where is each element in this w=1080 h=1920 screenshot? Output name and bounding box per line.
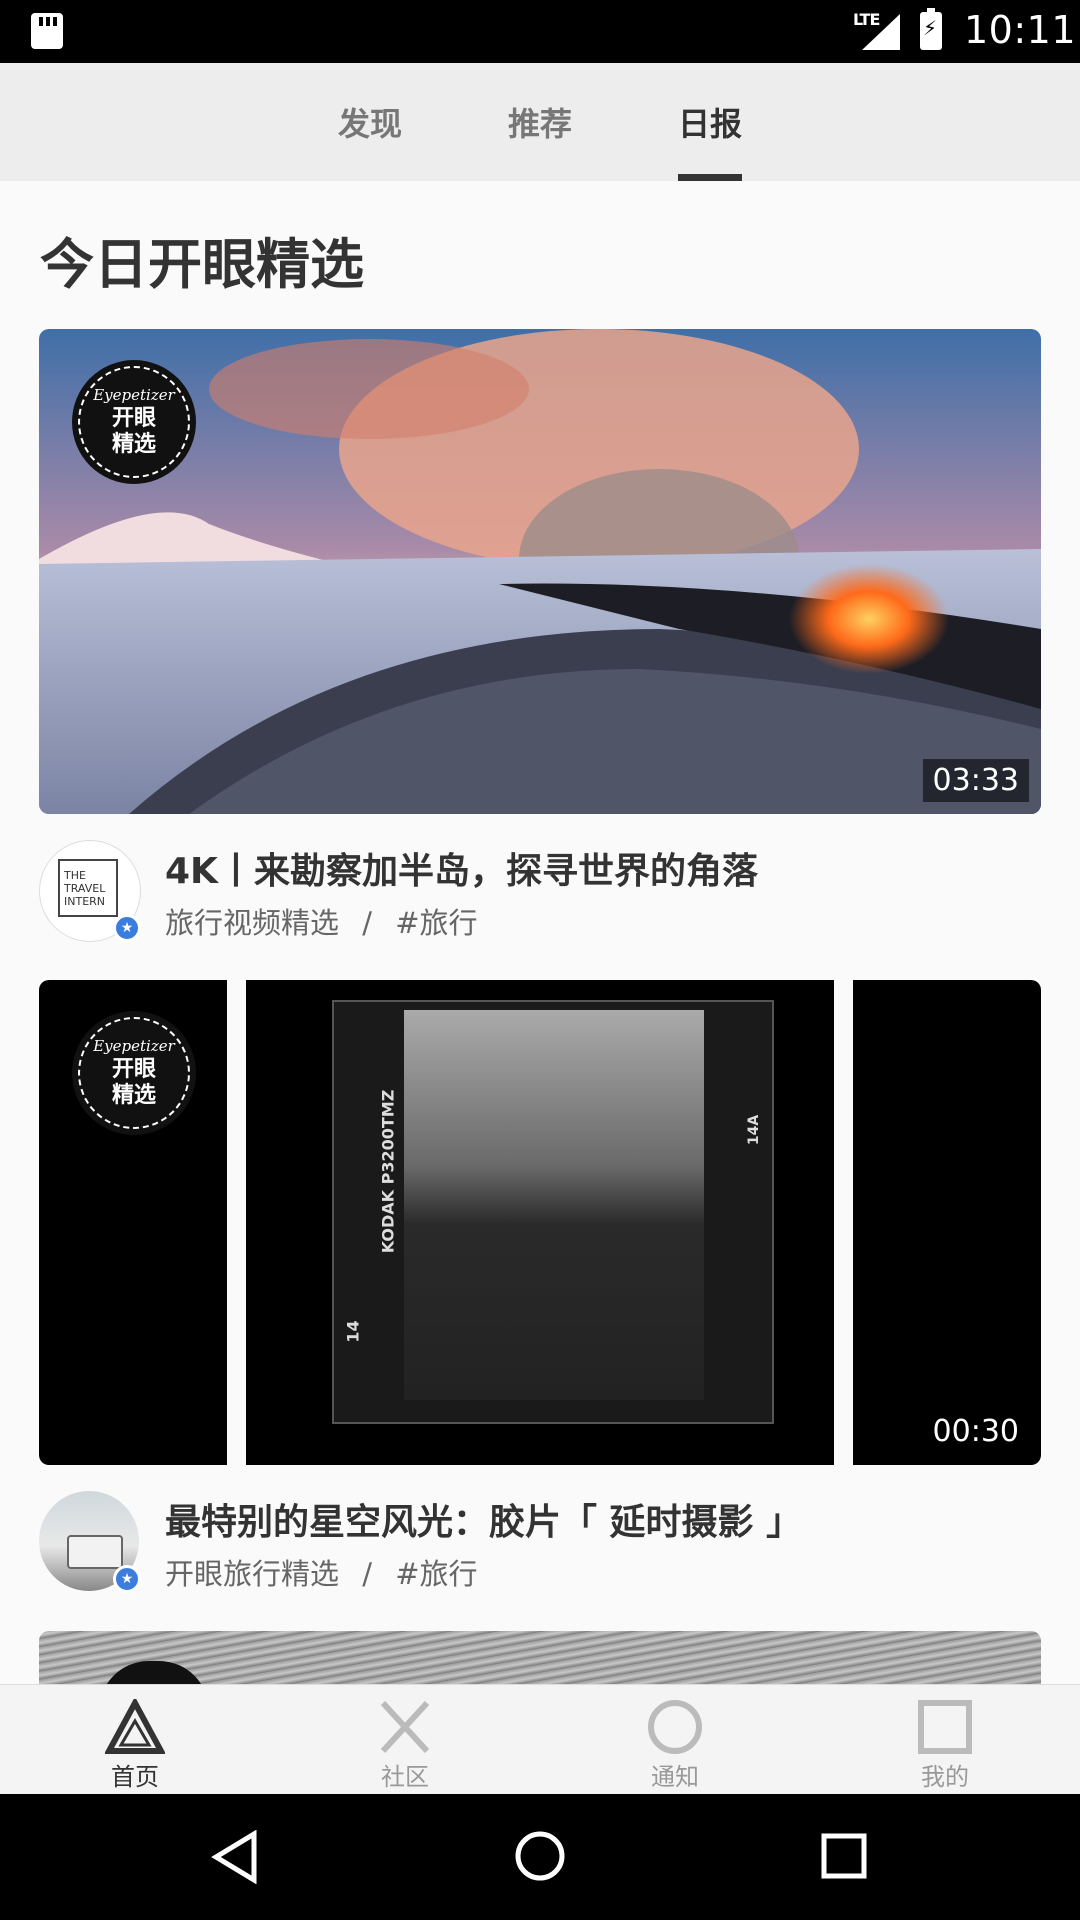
recents-icon[interactable]	[820, 1832, 868, 1880]
nav-community-label: 社区	[381, 1763, 429, 1791]
video-title[interactable]: 4K丨来勘察加半岛，探寻世界的角落	[165, 842, 758, 894]
badge-brand: Eyepetizer	[93, 386, 175, 404]
status-bar: LTE 10:11	[0, 0, 1080, 63]
nav-home-label: 首页	[111, 1763, 159, 1791]
film-frame-label: 14A	[746, 1114, 763, 1146]
back-icon[interactable]	[210, 1830, 260, 1884]
nav-home[interactable]: 首页	[75, 1696, 195, 1792]
nav-notifications-label: 通知	[651, 1763, 699, 1791]
video-duration: 00:30	[922, 1410, 1029, 1453]
verified-icon: ★	[113, 1565, 141, 1593]
circle-icon	[645, 1699, 705, 1755]
square-icon	[915, 1699, 975, 1755]
nav-profile[interactable]: 我的	[885, 1699, 1005, 1792]
video-meta: 旅行视频精选 / #旅行	[165, 900, 478, 942]
video-meta: 开眼旅行精选 / #旅行	[165, 1551, 478, 1593]
bottom-navigation: 首页 社区 通知 我的	[0, 1684, 1080, 1795]
tab-recommend[interactable]: 推荐	[508, 99, 572, 145]
film-strip: KODAK P3200TMZ 14 14A	[332, 1000, 774, 1424]
nav-profile-label: 我的	[921, 1763, 969, 1791]
system-navigation-bar	[0, 1794, 1080, 1920]
film-frame-number: 14	[343, 1320, 363, 1343]
badge-line1: 开眼	[111, 406, 156, 431]
sd-card-icon	[31, 13, 63, 49]
cross-icon	[375, 1699, 435, 1755]
top-tab-bar: 发现 推荐 日报	[0, 63, 1080, 181]
badge-line2: 精选	[111, 432, 156, 457]
eyepetizer-badge: Eyepetizer 开眼 精选	[72, 1011, 196, 1135]
video-tag[interactable]: #旅行	[395, 906, 477, 940]
eyepetizer-badge: Eyepetizer 开眼 精选	[72, 360, 196, 484]
video-author[interactable]: 开眼旅行精选	[165, 1557, 339, 1591]
video-tag[interactable]: #旅行	[395, 1557, 477, 1591]
verified-icon: ★	[113, 914, 141, 942]
nav-notifications[interactable]: 通知	[615, 1699, 735, 1792]
meta-separator: /	[362, 906, 373, 940]
video-thumbnail-film[interactable]: KODAK P3200TMZ 14 14A Eyepetizer 开眼 精选 0…	[39, 980, 1041, 1465]
home-icon[interactable]	[514, 1830, 566, 1882]
film-frame	[404, 1010, 704, 1400]
eyepetizer-badge	[99, 1661, 209, 1684]
section-title: 今日开眼精选	[40, 233, 364, 296]
meta-separator: /	[362, 1557, 373, 1591]
video-title[interactable]: 最特别的星空风光：胶片「 延时摄影 」	[165, 1493, 802, 1545]
triangle-icon	[103, 1696, 167, 1755]
video-thumbnail-partial[interactable]	[39, 1631, 1041, 1684]
avatar-logo: THE TRAVEL INTERN	[58, 859, 118, 917]
battery-charging-icon	[920, 8, 942, 50]
signal-icon	[862, 14, 900, 50]
badge-brand: Eyepetizer	[93, 1037, 175, 1055]
video-duration: 03:33	[922, 759, 1029, 802]
nav-community[interactable]: 社区	[345, 1699, 465, 1792]
status-time: 10:11	[964, 8, 1077, 52]
badge-line2: 精选	[111, 1083, 156, 1108]
avatar-car-image	[67, 1535, 123, 1569]
right-panel	[853, 980, 1041, 1465]
active-tab-indicator	[678, 174, 742, 181]
film-panel: KODAK P3200TMZ 14 14A	[246, 980, 834, 1465]
video-author[interactable]: 旅行视频精选	[165, 906, 339, 940]
video-thumbnail-volcano[interactable]: Eyepetizer 开眼 精选 03:33	[39, 329, 1041, 814]
film-brand: KODAK P3200TMZ	[378, 1089, 398, 1254]
badge-line1: 开眼	[111, 1057, 156, 1082]
tab-discover[interactable]: 发现	[338, 99, 402, 145]
tab-daily[interactable]: 日报	[678, 99, 742, 145]
